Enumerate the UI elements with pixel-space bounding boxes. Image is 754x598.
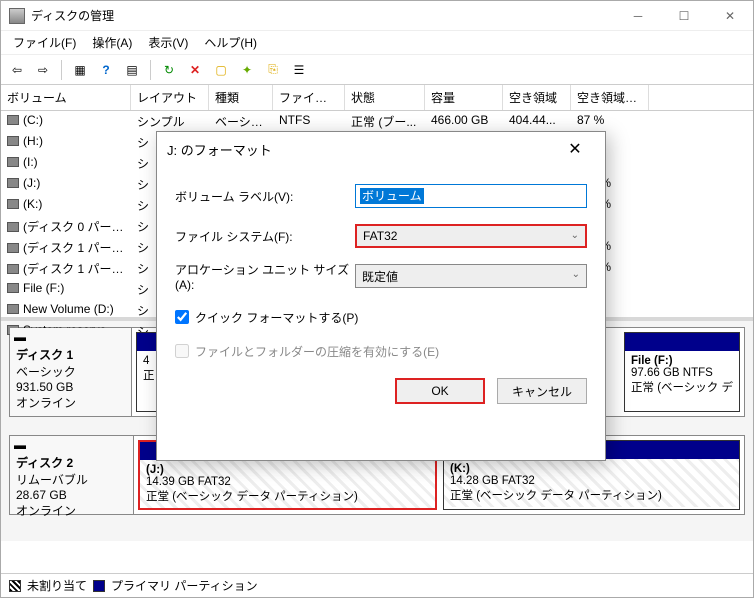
- allocation-unit-combo[interactable]: 既定値 ⌄: [355, 264, 587, 288]
- close-button[interactable]: ✕: [707, 1, 753, 31]
- folder-icon[interactable]: ⎘: [261, 58, 285, 82]
- disk-title: ディスク 2: [16, 454, 127, 471]
- drive-icon: [7, 222, 19, 232]
- drive-icon: [7, 264, 19, 274]
- ok-button[interactable]: OK: [395, 378, 485, 404]
- filesystem-combo[interactable]: FAT32 ⌄: [355, 224, 587, 248]
- disk-info[interactable]: ▬ ディスク 2 リムーバブル 28.67 GB オンライン: [10, 436, 134, 514]
- table-row[interactable]: (C:)シンプルベーシックNTFS正常 (ブー...466.00 GB404.4…: [1, 111, 753, 132]
- table-header: ボリューム レイアウト 種類 ファイル シ... 状態 容量 空き領域 空き領域…: [1, 85, 753, 111]
- disk-type: リムーバブル: [16, 471, 127, 488]
- compress-label: ファイルとフォルダーの圧縮を有効にする(E): [195, 343, 439, 360]
- menu-help[interactable]: ヘルプ(H): [198, 32, 263, 53]
- partition-status: 正: [143, 367, 151, 383]
- filesystem-value: FAT32: [363, 229, 397, 243]
- cancel-button[interactable]: キャンセル: [497, 378, 587, 404]
- partition-name: (K:): [450, 463, 733, 475]
- col-volume[interactable]: ボリューム: [1, 85, 131, 110]
- disk-state: オンライン: [16, 394, 125, 411]
- toolbar: ⇦ ⇨ ▦ ? ▤ ↻ ✕ ▢ ✦ ⎘ ☰: [1, 55, 753, 85]
- quick-format-checkbox[interactable]: [175, 310, 189, 324]
- partition-name: (J:): [146, 464, 429, 476]
- maximize-button[interactable]: ☐: [661, 1, 707, 31]
- drive-icon: [7, 283, 19, 293]
- partition-info: 4: [143, 355, 151, 367]
- compress-checkbox: [175, 344, 189, 358]
- delete-icon[interactable]: ✕: [183, 58, 207, 82]
- disk-info[interactable]: ▬ ディスク 1 ベーシック 931.50 GB オンライン: [10, 328, 132, 416]
- partition-info: 97.66 GB NTFS: [631, 367, 733, 379]
- properties-button[interactable]: ▤: [120, 58, 144, 82]
- col-free-pct[interactable]: 空き領域の...: [571, 85, 649, 110]
- col-free[interactable]: 空き領域: [503, 85, 571, 110]
- titlebar: ディスクの管理 ─ ☐ ✕: [1, 1, 753, 31]
- allocation-unit-label: アロケーション ユニット サイズ(A):: [175, 261, 355, 292]
- volume-label-value: ボリューム: [360, 188, 424, 204]
- col-layout[interactable]: レイアウト: [131, 85, 209, 110]
- status-bar: 未割り当て プライマリ パーティション: [1, 573, 753, 597]
- show-hide-button[interactable]: ▦: [68, 58, 92, 82]
- menubar: ファイル(F) 操作(A) 表示(V) ヘルプ(H): [1, 31, 753, 55]
- list-icon[interactable]: ☰: [287, 58, 311, 82]
- partition[interactable]: 4 正: [136, 332, 158, 412]
- chevron-down-icon: ⌄: [571, 230, 579, 241]
- dialog-title: J: のフォーマット: [167, 140, 272, 159]
- partition-status: 正堂 (ベーシック データ パーティション): [146, 488, 429, 504]
- partition[interactable]: File (F:) 97.66 GB NTFS 正常 (ベーシック デ: [624, 332, 740, 412]
- partition-name: File (F:): [631, 355, 733, 367]
- volume-label-input[interactable]: ボリューム: [355, 184, 587, 208]
- toolbar-separator: [150, 60, 151, 80]
- allocation-unit-value: 既定値: [362, 268, 398, 285]
- partition-bar: [625, 333, 739, 351]
- drive-icon: [7, 115, 19, 125]
- refresh-icon[interactable]: ↻: [157, 58, 181, 82]
- format-dialog: J: のフォーマット ✕ ボリューム ラベル(V): ボリューム ファイル シス…: [156, 131, 606, 461]
- disk-size: 28.67 GB: [16, 488, 127, 502]
- partition-info: 14.39 GB FAT32: [146, 476, 429, 488]
- col-capacity[interactable]: 容量: [425, 85, 503, 110]
- legend-unallocated-swatch: [9, 580, 21, 592]
- filesystem-label: ファイル システム(F):: [175, 228, 355, 245]
- drive-icon: [7, 243, 19, 253]
- disk-state: オンライン: [16, 502, 127, 519]
- volume-label-label: ボリューム ラベル(V):: [175, 188, 355, 205]
- partition-bar: [137, 333, 157, 351]
- dialog-titlebar: J: のフォーマット ✕: [157, 132, 605, 166]
- col-type[interactable]: 種類: [209, 85, 273, 110]
- legend-primary: プライマリ パーティション: [111, 577, 258, 594]
- help-icon[interactable]: ?: [94, 58, 118, 82]
- menu-action[interactable]: 操作(A): [86, 32, 138, 53]
- legend-primary-swatch: [93, 580, 105, 592]
- menu-view[interactable]: 表示(V): [142, 32, 194, 53]
- disk-size: 931.50 GB: [16, 380, 125, 394]
- col-filesystem[interactable]: ファイル シ...: [273, 85, 345, 110]
- dialog-close-button[interactable]: ✕: [555, 134, 595, 164]
- chevron-down-icon: ⌄: [572, 269, 580, 280]
- minimize-button[interactable]: ─: [615, 1, 661, 31]
- menu-file[interactable]: ファイル(F): [7, 32, 82, 53]
- new-icon[interactable]: ▢: [209, 58, 233, 82]
- drive-icon: [7, 157, 19, 167]
- partition-status: 正堂 (ベーシック データ パーティション): [450, 487, 733, 503]
- forward-button[interactable]: ⇨: [31, 58, 55, 82]
- window-title: ディスクの管理: [31, 7, 615, 24]
- toolbar-separator: [61, 60, 62, 80]
- sparkle-icon[interactable]: ✦: [235, 58, 259, 82]
- drive-icon: [7, 304, 19, 314]
- partition-info: 14.28 GB FAT32: [450, 475, 733, 487]
- disk-title: ディスク 1: [16, 346, 125, 363]
- disk-mgmt-icon: [9, 8, 25, 24]
- drive-icon: [7, 136, 19, 146]
- legend-unallocated: 未割り当て: [27, 577, 87, 594]
- partition-status: 正常 (ベーシック デ: [631, 379, 733, 395]
- col-status[interactable]: 状態: [345, 85, 425, 110]
- quick-format-label: クイック フォーマットする(P): [195, 309, 358, 326]
- drive-icon: [7, 178, 19, 188]
- disk-type: ベーシック: [16, 363, 125, 380]
- drive-icon: [7, 199, 19, 209]
- back-button[interactable]: ⇦: [5, 58, 29, 82]
